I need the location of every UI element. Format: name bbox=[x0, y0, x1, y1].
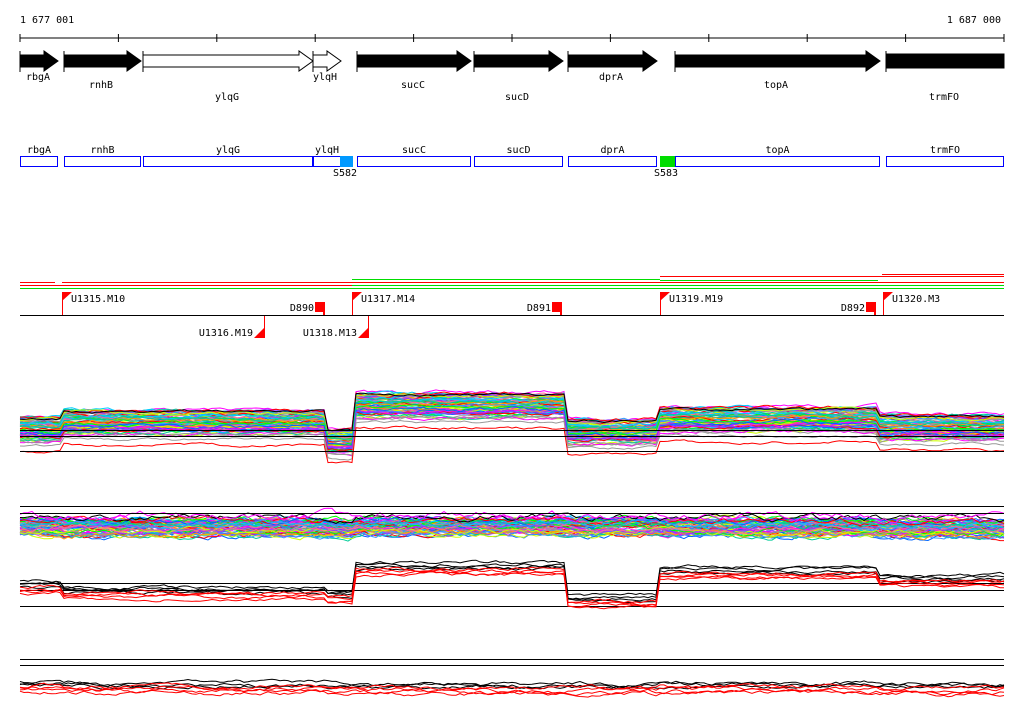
gene-label: trmFO bbox=[929, 92, 959, 103]
gene-box-track: rbgA rnhB ylqG ylqH sucC sucD dprA topA trmFO S58… bbox=[20, 145, 1004, 179]
gene-trmFO[interactable]: trmFO bbox=[885, 51, 1005, 103]
gene-arrow[interactable] bbox=[674, 50, 881, 72]
gene-box[interactable] bbox=[675, 156, 880, 167]
gene-label: rbgA bbox=[26, 72, 50, 83]
marker-U1315.M10[interactable]: U1315.M10 bbox=[62, 292, 125, 315]
gene-arrow[interactable] bbox=[356, 50, 472, 72]
gene-box-rnhB[interactable]: rnhB bbox=[64, 145, 141, 167]
gene-box-label: ylqG bbox=[216, 145, 240, 156]
marker-U1317.M14[interactable]: U1317.M14 bbox=[352, 292, 415, 315]
gene-ylqG[interactable]: ylqG bbox=[142, 50, 314, 103]
deletion-tick bbox=[560, 311, 562, 315]
gene-box-label: ylqH bbox=[315, 145, 339, 156]
marker-U1320.M3[interactable]: U1320.M3 bbox=[883, 292, 940, 315]
deletion-icon[interactable] bbox=[315, 302, 325, 312]
gene-box-label: dprA bbox=[600, 145, 624, 156]
marker-label: U1316.M19 bbox=[199, 328, 253, 339]
marker-D891[interactable]: D891 bbox=[527, 302, 562, 315]
gene-arrow[interactable] bbox=[63, 50, 142, 72]
marker-U1319.M19[interactable]: U1319.M19 bbox=[660, 292, 723, 315]
site-label: S582 bbox=[333, 168, 357, 179]
marker-D890[interactable]: D890 bbox=[290, 302, 325, 315]
marker-U1318.M13[interactable]: U1318.M13 bbox=[303, 316, 369, 339]
gene-box-sucD[interactable]: sucD bbox=[474, 145, 563, 167]
coordinate-ruler: 1 677 001 1 687 000 bbox=[19, 15, 1005, 42]
gene-rnhB[interactable]: rnhB bbox=[63, 50, 142, 91]
gene-box[interactable] bbox=[143, 156, 313, 167]
gene-box[interactable] bbox=[20, 156, 58, 167]
expression-trace bbox=[19, 563, 1005, 602]
deletion-icon[interactable] bbox=[552, 302, 562, 312]
gene-arrow[interactable] bbox=[567, 50, 658, 72]
marker-label: D892 bbox=[841, 303, 865, 314]
gene-box[interactable] bbox=[568, 156, 657, 167]
gene-box-topA[interactable]: topA bbox=[675, 145, 880, 167]
site-marker[interactable] bbox=[340, 156, 353, 167]
gene-box-label: sucD bbox=[506, 145, 530, 156]
gene-label: rnhB bbox=[89, 80, 113, 91]
gene-label: dprA bbox=[599, 72, 623, 83]
gene-arrow[interactable] bbox=[473, 50, 564, 72]
gene-box-ylqG[interactable]: ylqG bbox=[143, 145, 313, 167]
gene-rbgA[interactable]: rbgA bbox=[19, 50, 59, 83]
gene-arrow[interactable] bbox=[19, 50, 59, 72]
coverage-lines bbox=[20, 274, 1004, 289]
gene-arrow-track: rbgA rnhB ylqG ylqH sucC sucD dprA topA trmFO bbox=[19, 50, 1005, 103]
gene-box-trmFO[interactable]: trmFO bbox=[886, 145, 1004, 167]
gene-ylqH[interactable]: ylqH bbox=[312, 50, 342, 83]
gene-label: sucD bbox=[505, 92, 529, 103]
gene-box[interactable] bbox=[313, 156, 341, 167]
gene-box-ylqH[interactable]: ylqH bbox=[313, 145, 341, 167]
marker-label: U1318.M13 bbox=[303, 328, 357, 339]
gene-arrow[interactable] bbox=[142, 50, 314, 72]
gene-arrow[interactable] bbox=[312, 50, 342, 72]
gene-box[interactable] bbox=[357, 156, 471, 167]
gene-dprA[interactable]: dprA bbox=[567, 50, 658, 83]
flag-icon[interactable] bbox=[254, 328, 264, 338]
marker-label: D890 bbox=[290, 303, 314, 314]
expression-trace bbox=[19, 689, 1005, 698]
marker-label: U1315.M10 bbox=[71, 294, 125, 305]
ruler-end-label: 1 687 000 bbox=[947, 15, 1001, 26]
ruler-start-label: 1 677 001 bbox=[20, 15, 74, 26]
gene-label: sucC bbox=[401, 80, 425, 91]
marker-label: U1320.M3 bbox=[892, 294, 940, 305]
gene-topA[interactable]: topA bbox=[674, 50, 881, 91]
marker-track: U1315.M10 U1316.M19 D890 U1317.M14 U1318.M13… bbox=[20, 292, 1004, 339]
gene-box-sucC[interactable]: sucC bbox=[357, 145, 471, 167]
site-marker[interactable] bbox=[660, 156, 675, 167]
gene-box[interactable] bbox=[474, 156, 563, 167]
gene-box-label: trmFO bbox=[930, 145, 960, 156]
site-S583[interactable]: S583 bbox=[654, 156, 678, 179]
gene-sucD[interactable]: sucD bbox=[473, 50, 564, 103]
marker-label: U1319.M19 bbox=[669, 294, 723, 305]
gene-box-rbgA[interactable]: rbgA bbox=[20, 145, 58, 167]
gene-box-label: rnhB bbox=[90, 145, 114, 156]
marker-label: D891 bbox=[527, 303, 551, 314]
gene-label: ylqG bbox=[215, 92, 239, 103]
gene-box-label: topA bbox=[765, 145, 789, 156]
gene-label: topA bbox=[764, 80, 788, 91]
deletion-tick bbox=[874, 311, 876, 315]
flag-icon[interactable] bbox=[358, 328, 368, 338]
gene-box[interactable] bbox=[64, 156, 141, 167]
site-label: S583 bbox=[654, 168, 678, 179]
gene-box-label: sucC bbox=[402, 145, 426, 156]
genome-browser-canvas[interactable]: 1 677 001 1 687 000 rbgA rnhB ylqG ylqH sucC… bbox=[0, 0, 1024, 714]
gene-box[interactable] bbox=[886, 156, 1004, 167]
marker-D892[interactable]: D892 bbox=[841, 302, 876, 315]
expression-plots bbox=[19, 389, 1005, 698]
deletion-tick bbox=[323, 311, 325, 315]
gene-label: ylqH bbox=[313, 72, 337, 83]
deletion-icon[interactable] bbox=[866, 302, 876, 312]
gene-sucC[interactable]: sucC bbox=[356, 50, 472, 91]
marker-label: U1317.M14 bbox=[361, 294, 415, 305]
gene-box-dprA[interactable]: dprA bbox=[568, 145, 657, 167]
gene-arrow[interactable] bbox=[885, 53, 1005, 69]
gene-box-label: rbgA bbox=[27, 145, 51, 156]
marker-U1316.M19[interactable]: U1316.M19 bbox=[199, 316, 265, 339]
